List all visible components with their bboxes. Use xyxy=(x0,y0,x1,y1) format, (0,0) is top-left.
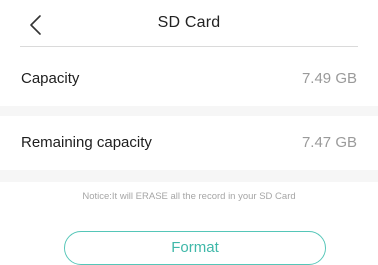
remaining-capacity-value: 7.47 GB xyxy=(301,134,357,151)
header-bar: SD Card xyxy=(0,0,378,46)
capacity-value: 7.49 GB xyxy=(301,70,357,87)
header-divider xyxy=(20,46,358,47)
capacity-row: Capacity 7.49 GB xyxy=(0,54,378,104)
format-button[interactable]: Format xyxy=(64,231,326,265)
format-notice: Notice:It will ERASE all the record in y… xyxy=(82,191,296,202)
page-title: SD Card xyxy=(157,14,221,31)
section-separator xyxy=(0,106,378,116)
remaining-capacity-label: Remaining capacity xyxy=(21,134,152,151)
section-separator xyxy=(0,170,378,182)
remaining-capacity-row: Remaining capacity 7.47 GB xyxy=(0,118,378,168)
capacity-label: Capacity xyxy=(21,70,80,87)
